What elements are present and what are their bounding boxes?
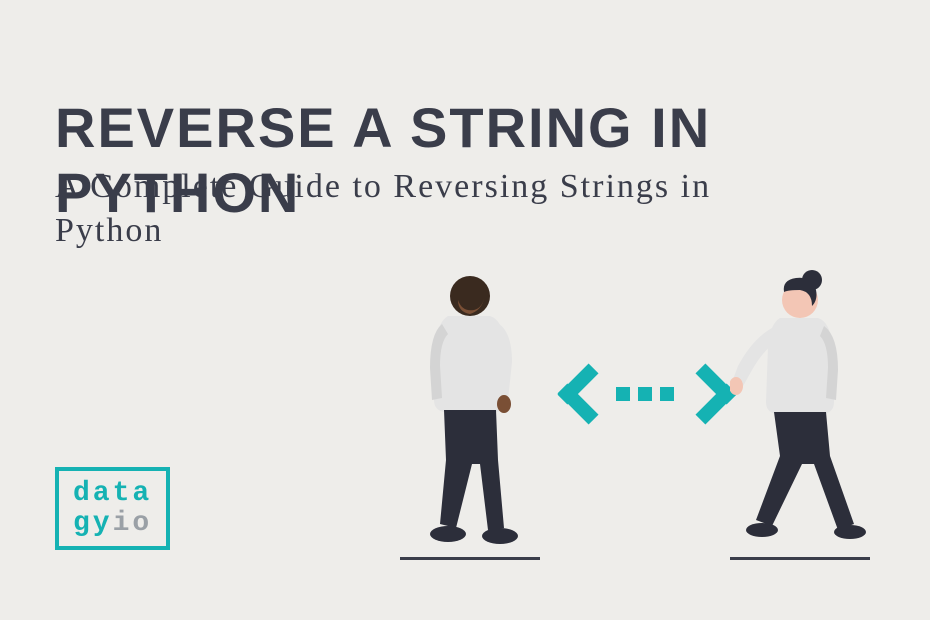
person-left-illustration — [400, 270, 540, 560]
logo-text-line2a: gy — [73, 508, 113, 539]
hero-illustration — [370, 260, 890, 580]
dot — [616, 387, 630, 401]
chevron-left-icon — [550, 355, 602, 433]
dot — [660, 387, 674, 401]
exchange-arrows-icon — [550, 355, 740, 433]
ellipsis-icon — [616, 387, 674, 401]
ground-line — [730, 557, 870, 560]
dot — [638, 387, 652, 401]
ground-line — [400, 557, 540, 560]
logo-text-line2b: io — [113, 508, 153, 539]
page-subtitle: A Complete Guide to Reversing Strings in… — [55, 165, 815, 253]
brand-logo: data gyio — [55, 467, 170, 550]
logo-text-line1: data — [73, 478, 152, 509]
person-right-illustration — [730, 270, 870, 560]
